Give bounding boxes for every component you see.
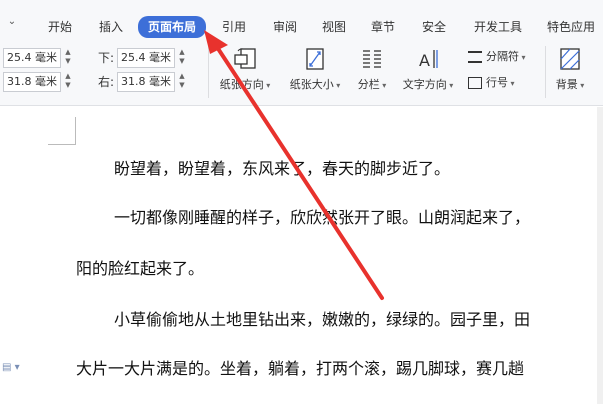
margin-corner-mark	[48, 117, 76, 145]
bottom-margin-input[interactable]: 25.4 毫米	[117, 48, 175, 68]
separator-label: 分隔符	[486, 50, 519, 63]
text-direction-label: 文字方向	[402, 78, 447, 91]
menu-bar: ⌄ 开始 插入 页面布局 引用 审阅 视图 章节 安全 开发工具 特色应用	[0, 0, 603, 40]
columns-icon	[363, 50, 381, 68]
toolbar-divider	[208, 46, 209, 98]
menu-collapse-icon[interactable]: ⌄	[5, 16, 19, 28]
right-margin-label: 右:	[98, 75, 115, 89]
document-outline-icon[interactable]: ▤ ▾	[2, 362, 22, 378]
tab-developer-tools[interactable]: 开发工具	[472, 17, 524, 37]
top-margin-input[interactable]: 25.4 毫米	[3, 48, 61, 68]
toolbar-divider	[545, 46, 546, 98]
line-number-icon	[468, 77, 482, 89]
page-orientation-icon	[234, 48, 256, 69]
svg-text:A: A	[419, 51, 430, 70]
tab-insert[interactable]: 插入	[95, 17, 127, 37]
tab-start[interactable]: 开始	[44, 17, 76, 37]
tab-page-layout[interactable]: 页面布局	[138, 16, 206, 38]
text-direction-icon: A	[419, 50, 438, 70]
paper-size-button[interactable]: 纸张大小 ▾	[284, 46, 346, 92]
page-layout-toolbar: 25.4 毫米 ▲ ▼ 下: 25.4 毫米 ▲ ▼ 31.8 毫米 ▲ ▼ 右: 3…	[0, 40, 603, 106]
left-margin-input[interactable]: 31.8 毫米	[3, 72, 61, 92]
columns-label: 分栏	[357, 78, 380, 91]
tab-special-apps[interactable]: 特色应用	[547, 17, 603, 37]
line-number-button[interactable]: 行号 ▾	[468, 74, 515, 92]
paragraph-2-line-1: 一切都像刚睡醒的样子，欣欣然张开了眼。山朗润起来了，	[114, 208, 531, 227]
background-button[interactable]: 背景 ▾	[551, 46, 589, 92]
paragraph-1: 盼望着，盼望着，东风来了，春天的脚步近了。	[114, 159, 451, 178]
text-direction-button[interactable]: A 文字方向 ▾	[398, 46, 458, 92]
right-margin-spinner[interactable]: ▲ ▼	[176, 72, 188, 92]
page-orientation-label: 纸张方向	[219, 78, 264, 91]
bottom-margin-spinner[interactable]: ▲ ▼	[176, 48, 188, 68]
paper-size-label: 纸张大小	[289, 78, 334, 91]
tab-view[interactable]: 视图	[318, 17, 350, 37]
background-label: 背景	[555, 78, 578, 91]
page-orientation-button[interactable]: 纸张方向 ▾	[216, 46, 274, 92]
right-margin-input[interactable]: 31.8 毫米	[117, 72, 175, 92]
separator-icon	[468, 51, 482, 63]
top-margin-spinner[interactable]: ▲ ▼	[62, 48, 74, 68]
document-page[interactable]: 盼望着，盼望着，东风来了，春天的脚步近了。 一切都像刚睡醒的样子，欣欣然张开了眼…	[0, 107, 603, 404]
background-icon	[560, 48, 580, 70]
bottom-margin-label: 下:	[98, 51, 115, 65]
tab-security[interactable]: 安全	[418, 17, 450, 37]
separator-button[interactable]: 分隔符 ▾	[468, 48, 526, 66]
paragraph-3-line-1: 小草偷偷地从土地里钻出来，嫩嫩的，绿绿的。园子里，田	[114, 310, 531, 329]
left-margin-spinner[interactable]: ▲ ▼	[62, 72, 74, 92]
vertical-scrollbar[interactable]	[597, 107, 603, 404]
paragraph-2-line-2: 阳的脸红起来了。	[76, 259, 205, 278]
line-number-label: 行号	[486, 76, 508, 89]
paragraph-3-line-2: 大片一大片满是的。坐着，躺着，打两个滚，踢几脚球，赛几趟	[76, 359, 525, 378]
paper-size-icon	[306, 48, 324, 70]
tab-section[interactable]: 章节	[367, 17, 399, 37]
tab-review[interactable]: 审阅	[269, 17, 301, 37]
tab-references[interactable]: 引用	[218, 17, 250, 37]
columns-button[interactable]: 分栏 ▾	[352, 46, 392, 92]
